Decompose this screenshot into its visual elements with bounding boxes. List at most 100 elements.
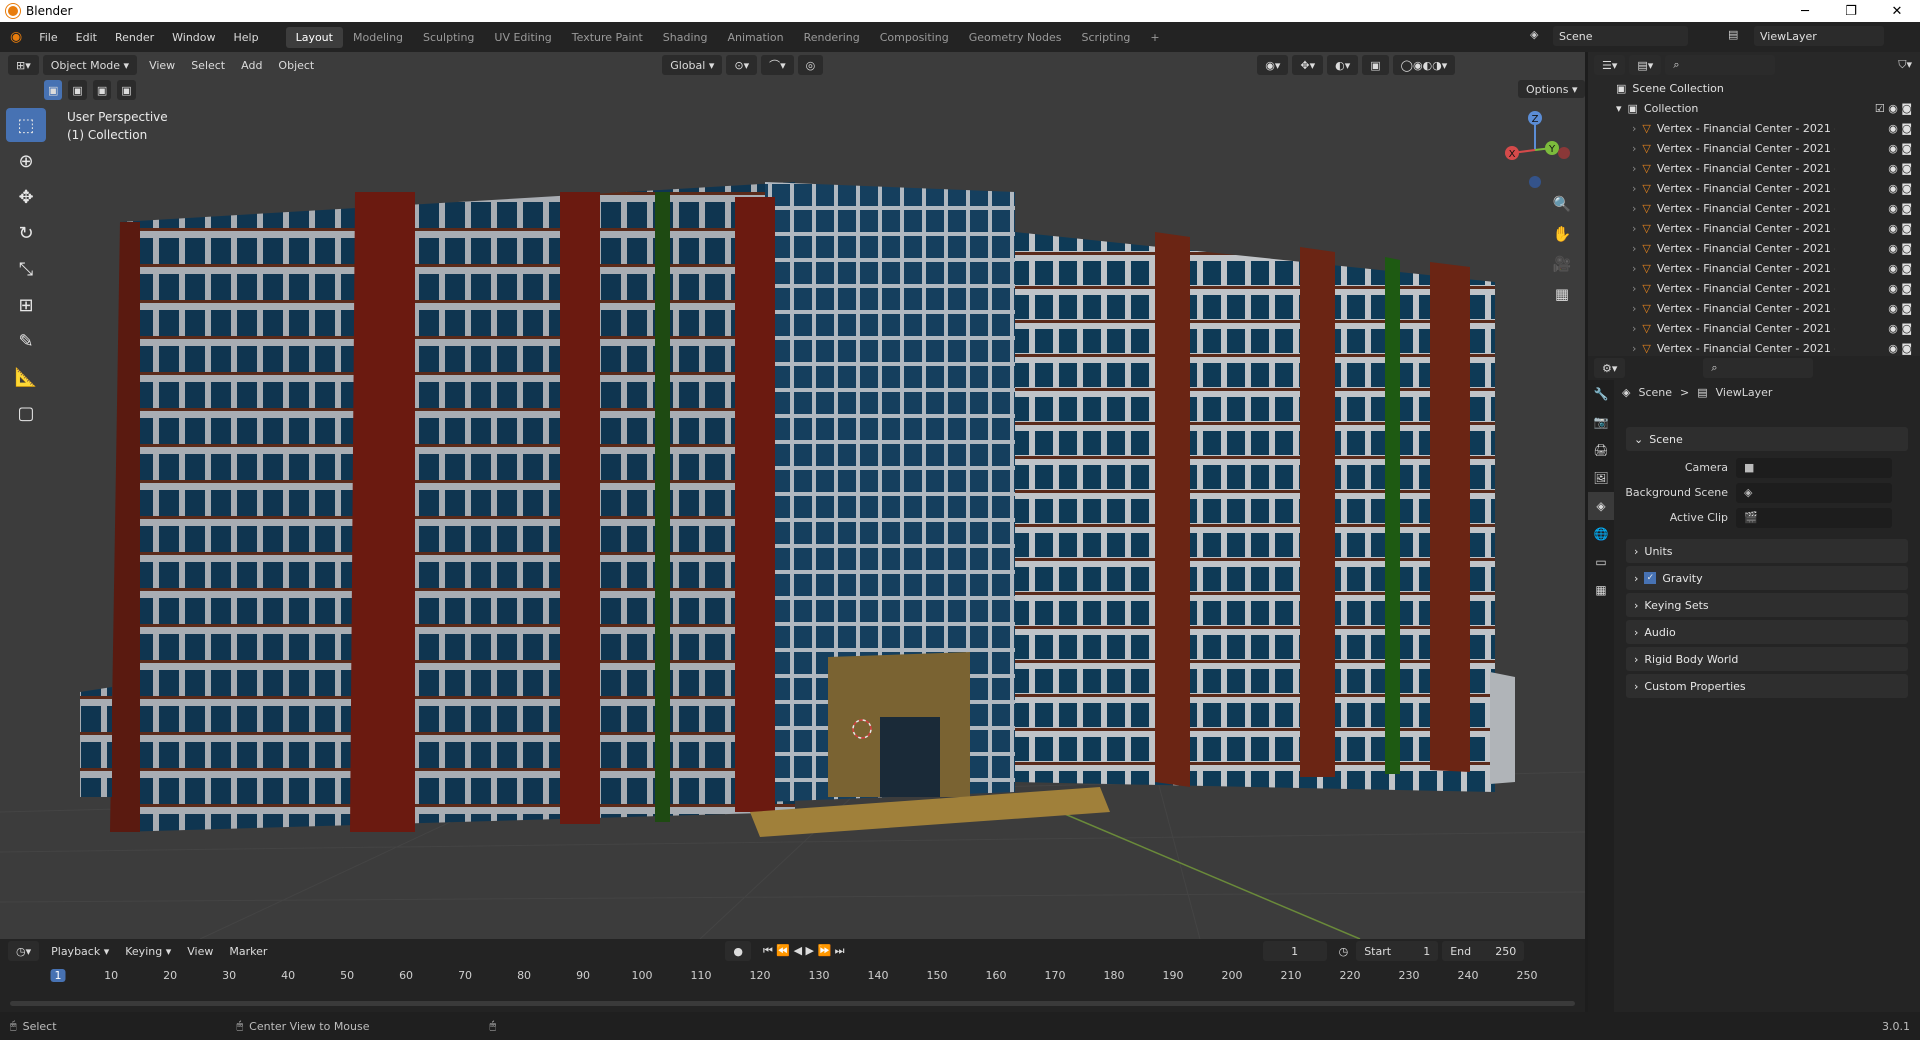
properties-editor-icon[interactable]: ⚙▾ — [1594, 358, 1626, 378]
options-button[interactable]: Options ▾ — [1518, 80, 1586, 98]
expand-arrow-icon[interactable]: › — [1632, 242, 1636, 255]
visibility-eye-icon[interactable]: ◉ ◙ — [1888, 242, 1912, 255]
expand-arrow-icon[interactable]: › — [1632, 302, 1636, 315]
menu-add[interactable]: Add — [233, 59, 270, 72]
visibility-eye-icon[interactable]: ◉ ◙ — [1888, 342, 1912, 355]
tool-tab-icon[interactable]: 🔧 — [1588, 380, 1614, 408]
timeline-scrollbar[interactable] — [10, 1001, 1575, 1006]
menu-window[interactable]: Window — [163, 31, 224, 44]
add-workspace-button[interactable]: + — [1140, 27, 1169, 48]
3d-viewport[interactable] — [0, 52, 1585, 939]
scale-tool-icon[interactable]: ⤡ — [6, 252, 46, 286]
outliner-object-row[interactable]: › ▽ Vertex - Financial Center - 2021 - 0: ◉… — [1588, 138, 1920, 158]
background-scene-field[interactable]: ◈ — [1736, 482, 1892, 503]
outliner-object-row[interactable]: › ▽ Vertex - Financial Center - 2021 - 0: ◉… — [1588, 278, 1920, 298]
texture-tab-icon[interactable]: ▦ — [1588, 576, 1614, 604]
move-tool-icon[interactable]: ✥ — [6, 180, 46, 214]
viewlayer-selector[interactable]: ViewLayer — [1754, 26, 1884, 46]
navigation-gizmo[interactable]: Z X Y — [1490, 108, 1570, 188]
visibility-eye-icon[interactable]: ◉ ◙ — [1888, 182, 1912, 195]
custom-properties-panel[interactable]: › Custom Properties — [1626, 674, 1908, 698]
expand-arrow-icon[interactable]: › — [1632, 162, 1636, 175]
add-cube-tool-icon[interactable]: ▢ — [6, 396, 46, 430]
end-frame-field[interactable]: End 250 — [1442, 941, 1525, 961]
collection-tab-icon[interactable]: ▭ — [1588, 548, 1614, 576]
visibility-eye-icon[interactable]: ◉ ◙ — [1888, 202, 1912, 215]
tab-uv-editing[interactable]: UV Editing — [484, 27, 561, 48]
tab-scripting[interactable]: Scripting — [1071, 27, 1140, 48]
select-extend-icon[interactable]: ▣ — [68, 80, 87, 100]
world-tab-icon[interactable]: 🌐 — [1588, 520, 1614, 548]
measure-tool-icon[interactable]: 📐 — [6, 360, 46, 394]
tab-texture-paint[interactable]: Texture Paint — [562, 27, 653, 48]
clock-icon[interactable]: ◷ — [1339, 945, 1349, 958]
gravity-checkbox[interactable]: ✓ — [1644, 572, 1657, 584]
audio-panel[interactable]: › Audio — [1626, 620, 1908, 644]
properties-editor[interactable]: ⚙▾ ⌕ ◈ Scene > ▤ ViewLayer ⌄ Scene Camera… — [1588, 356, 1920, 1012]
visibility-eye-icon[interactable]: ◉ ◙ — [1888, 282, 1912, 295]
render-tab-icon[interactable]: 📷 — [1588, 408, 1614, 436]
select-invert-icon[interactable]: ▣ — [117, 80, 136, 100]
outliner-object-row[interactable]: › ▽ Vertex - Financial Center - 2021 - 0: ◉… — [1588, 298, 1920, 318]
expand-arrow-icon[interactable]: › — [1632, 222, 1636, 235]
output-tab-icon[interactable]: 🖨 — [1588, 436, 1614, 464]
outliner-object-row[interactable]: › ▽ Vertex - Financial Center - 2021 - 0: ◉… — [1588, 218, 1920, 238]
tab-compositing[interactable]: Compositing — [870, 27, 959, 48]
scene-collection-row[interactable]: ▣ Scene Collection — [1588, 78, 1920, 98]
keying-menu[interactable]: Keying ▾ — [117, 945, 179, 958]
select-new-icon[interactable]: ▣ — [44, 80, 63, 100]
tab-layout[interactable]: Layout — [285, 26, 343, 48]
blender-menu-icon[interactable]: ◉ — [10, 29, 22, 45]
timeline-view-menu[interactable]: View — [179, 945, 221, 958]
select-box-tool-icon[interactable]: ⬚ — [6, 108, 46, 142]
playback-controls[interactable]: ⏮ ⏪ ◀ ▶ ⏩ ⏭ — [755, 944, 853, 958]
pan-hand-icon[interactable]: ✋ — [1548, 220, 1576, 248]
visibility-eye-icon[interactable]: ◉ ◙ — [1888, 302, 1912, 315]
xray-icon[interactable]: ▣ — [1362, 55, 1389, 75]
visibility-eye-icon[interactable]: ◉ ◙ — [1888, 122, 1912, 135]
expand-arrow-icon[interactable]: › — [1632, 282, 1636, 295]
expand-arrow-icon[interactable]: › — [1632, 322, 1636, 335]
outliner-object-row[interactable]: › ▽ Vertex - Financial Center - 2021 - 0: ◉… — [1588, 158, 1920, 178]
overlays-icon[interactable]: ◐▾ — [1327, 55, 1359, 75]
outliner-object-row[interactable]: › ▽ Vertex - Financial Center - 2021 - 0: ◉… — [1588, 118, 1920, 138]
tab-modeling[interactable]: Modeling — [343, 27, 413, 48]
minimize-button[interactable]: ─ — [1782, 0, 1828, 22]
outliner-object-row[interactable]: › ▽ Vertex - Financial Center - 2021 - 0: ◉… — [1588, 178, 1920, 198]
menu-select[interactable]: Select — [183, 59, 233, 72]
visibility-eye-icon[interactable]: ◉ ◙ — [1888, 322, 1912, 335]
viewlayer-icon[interactable]: ▤ — [1728, 28, 1738, 41]
gizmo-toggle-icon[interactable]: ✥▾ — [1292, 55, 1324, 75]
expand-arrow-icon[interactable]: › — [1632, 182, 1636, 195]
outliner-object-row[interactable]: › ▽ Vertex - Financial Center - 2021 - 0: ◉… — [1588, 318, 1920, 338]
camera-view-icon[interactable]: 🎥 — [1548, 250, 1576, 278]
visibility-icon[interactable]: ◉▾ — [1257, 55, 1289, 75]
display-mode-icon[interactable]: ▤▾ — [1629, 55, 1662, 75]
units-panel[interactable]: › Units — [1626, 539, 1908, 563]
filter-icon[interactable]: ⛉▾ — [1898, 58, 1912, 72]
camera-field[interactable]: ■ — [1736, 457, 1892, 478]
timeline-editor-icon[interactable]: ◷▾ — [8, 941, 40, 961]
scene-selector[interactable]: Scene — [1553, 26, 1688, 46]
pivot-icon[interactable]: ⊙▾ — [726, 55, 758, 75]
rigid-body-world-panel[interactable]: › Rigid Body World — [1626, 647, 1908, 671]
outliner-object-row[interactable]: › ▽ Vertex - Financial Center - 2021 - 0: ◉… — [1588, 338, 1920, 358]
mode-selector[interactable]: Object Mode ▾ — [42, 55, 138, 75]
outliner-object-row[interactable]: › ▽ Vertex - Financial Center - 2021 - 0: ◉… — [1588, 238, 1920, 258]
menu-render[interactable]: Render — [106, 31, 163, 44]
marker-menu[interactable]: Marker — [221, 945, 275, 958]
visibility-eye-icon[interactable]: ◉ ◙ — [1888, 142, 1912, 155]
tab-rendering[interactable]: Rendering — [794, 27, 870, 48]
gravity-panel[interactable]: › ✓ Gravity — [1626, 566, 1908, 590]
proportional-edit-icon[interactable]: ◎ — [797, 55, 824, 75]
expand-arrow-icon[interactable]: › — [1632, 262, 1636, 275]
shading-modes-icon[interactable]: ◯◉◐◑▾ — [1392, 55, 1456, 75]
scene-tab-icon[interactable]: ◈ — [1588, 492, 1614, 520]
active-clip-field[interactable]: 🎬 — [1736, 507, 1892, 528]
close-button[interactable]: ✕ — [1874, 0, 1920, 22]
visibility-eye-icon[interactable]: ☑ ◉ ◙ — [1875, 102, 1912, 115]
tab-shading[interactable]: Shading — [653, 27, 718, 48]
menu-file[interactable]: File — [30, 31, 66, 44]
visibility-eye-icon[interactable]: ◉ ◙ — [1888, 262, 1912, 275]
tab-sculpting[interactable]: Sculpting — [413, 27, 484, 48]
